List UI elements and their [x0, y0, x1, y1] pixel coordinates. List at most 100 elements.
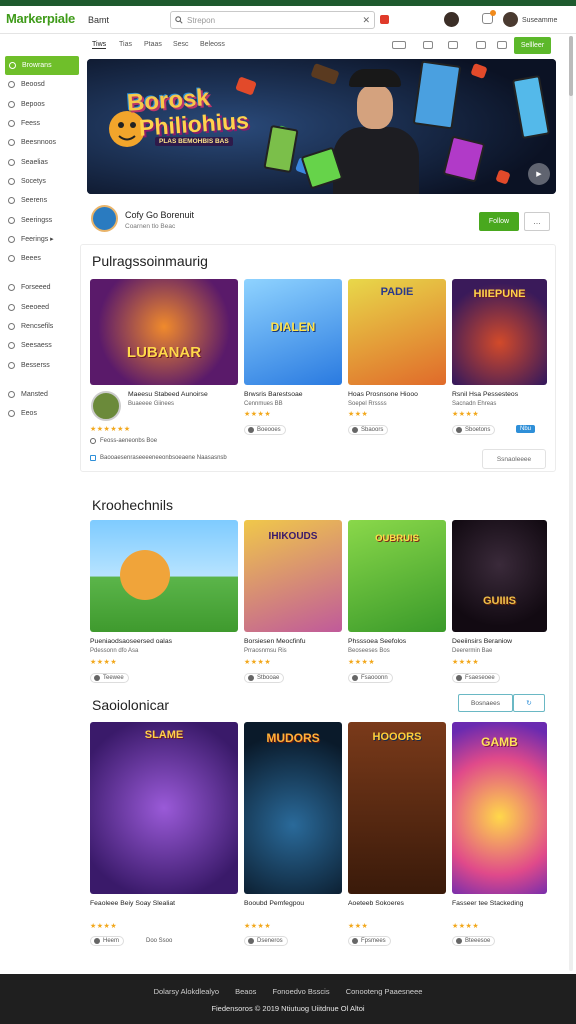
sidebar-item-label: Forseeed: [21, 284, 51, 292]
sidebar-item[interactable]: Beoosd: [0, 75, 82, 94]
seller-chip[interactable]: Sbaoors: [348, 425, 389, 435]
sidebar-item[interactable]: Rencsefils: [0, 317, 82, 336]
cloud-icon[interactable]: [423, 41, 433, 49]
search-input[interactable]: Strepon: [187, 16, 362, 25]
product-title[interactable]: Fasseer tee Stackeding: [452, 900, 523, 907]
product-title[interactable]: Maeesu Stabeed Aunoirse: [128, 391, 208, 398]
product-thumbnail[interactable]: MUDORS: [244, 722, 342, 894]
product-thumbnail[interactable]: DIALEN: [244, 279, 342, 385]
clear-search-icon[interactable]: ✕: [362, 15, 370, 26]
product-thumbnail[interactable]: LUBANAR: [90, 279, 238, 385]
sidebar-item[interactable]: Socetys: [0, 172, 82, 191]
subnav-item[interactable]: Tias: [119, 41, 132, 48]
site-logo[interactable]: Markerpiale: [6, 11, 75, 26]
bookmark-icon[interactable]: [497, 41, 507, 49]
scrollbar[interactable]: [569, 36, 573, 971]
sidebar-item[interactable]: Besserss: [0, 355, 82, 374]
footer-link[interactable]: Conooteng Paaesneee: [346, 987, 423, 996]
seller-chip[interactable]: Fsaooonn: [348, 673, 393, 683]
chart-icon[interactable]: [476, 41, 486, 49]
product-thumbnail[interactable]: PADIE: [348, 279, 446, 385]
footer-link[interactable]: Dolarsy Alokdlealyo: [154, 987, 219, 996]
store-label[interactable]: Bamt: [88, 15, 109, 25]
subnav-item[interactable]: Beleoss: [200, 41, 225, 48]
product-thumbnail[interactable]: [90, 520, 238, 632]
image-icon[interactable]: [448, 41, 458, 49]
footer-link[interactable]: Fonoedvo Bsscis: [272, 987, 329, 996]
creator-avatar[interactable]: [91, 391, 121, 421]
seller-chip[interactable]: Boeooes: [244, 425, 286, 435]
product-title[interactable]: Deeiinsirs Beraniow: [452, 638, 512, 645]
product-thumbnail[interactable]: GUIIIS: [452, 520, 547, 632]
notification-bell-icon[interactable]: [482, 10, 496, 24]
sidebar-item[interactable]: Beesnnoos: [0, 133, 82, 152]
subnav-item[interactable]: Tiws: [92, 41, 107, 49]
sidebar-item[interactable]: Feess: [0, 114, 82, 133]
search-bar[interactable]: Strepon ✕: [170, 11, 375, 29]
sort-toggle-button[interactable]: Bosnaees: [458, 694, 513, 712]
footer: Dolarsy Alokdlealyo Beaos Fonoedvo Bssci…: [0, 974, 576, 1024]
product-thumbnail[interactable]: GAMB: [452, 722, 547, 894]
hero-banner[interactable]: Borosk Philiohius PLAS BEMOHBIS BAS ▶: [87, 59, 556, 194]
info-badge[interactable]: Nbu: [516, 425, 536, 433]
user-name[interactable]: Suseamme: [522, 17, 557, 24]
user-avatar[interactable]: [503, 12, 518, 27]
seller-chip[interactable]: Fsaeseoee: [452, 673, 500, 683]
sidebar-item-browse[interactable]: Browrans: [5, 56, 79, 76]
product-title[interactable]: Brwsris Barestsoae: [244, 391, 303, 398]
seller-chip[interactable]: Bteeesoe: [452, 936, 496, 946]
refresh-icon[interactable]: ↻: [513, 694, 545, 712]
category-icon: [8, 323, 15, 330]
sidebar-item[interactable]: Mansted: [0, 385, 82, 404]
product-thumbnail[interactable]: SLAME: [90, 722, 238, 894]
subnav-item[interactable]: Ptaas: [144, 41, 162, 48]
product-thumbnail[interactable]: HIIEPUNE: [452, 279, 547, 385]
product-title[interactable]: Rsnil Hsa Pessesteos: [452, 391, 518, 398]
view-all-button[interactable]: Ssnaoleeee: [482, 449, 546, 469]
product-thumbnail[interactable]: IHIKOUDS: [244, 520, 342, 632]
avatar-dot: [352, 427, 358, 433]
sidebar-item[interactable]: Feerings ▸: [0, 230, 82, 249]
seller-chip[interactable]: Sboetons: [452, 425, 496, 435]
sidebar-item[interactable]: Beees: [0, 249, 82, 268]
product-title[interactable]: Feaoleee Beiy Soay Slealiat: [90, 900, 175, 907]
seller-name[interactable]: Cofy Go Borenuit: [125, 210, 194, 220]
seller-chip[interactable]: Dseneros: [244, 936, 288, 946]
sidebar-item[interactable]: Seesaess: [0, 336, 82, 355]
sidebar-item[interactable]: Bepoos: [0, 95, 82, 114]
seller-chip[interactable]: Teewee: [90, 673, 129, 683]
product-title[interactable]: Borsiesen Meocfinfu: [244, 638, 306, 645]
subnav-item[interactable]: Sesc: [173, 41, 189, 48]
footer-copyright: Fiedensoros © 2019 Ntiutuog Uiitdnue Ol …: [211, 1004, 365, 1013]
product-title[interactable]: Phsssoea Seefolos: [348, 638, 406, 645]
footer-link[interactable]: Beaos: [235, 987, 256, 996]
more-options-button[interactable]: …: [524, 212, 550, 231]
checkbox-icon[interactable]: [90, 455, 96, 461]
product-subtitle: Buaeeee Giinees: [128, 401, 175, 407]
follow-button[interactable]: Follow: [479, 212, 519, 231]
product-thumbnail[interactable]: OUBRUIS: [348, 520, 446, 632]
play-button[interactable]: ▶: [528, 163, 550, 185]
avatar[interactable]: [444, 12, 459, 27]
sidebar-item[interactable]: Seaelias: [0, 152, 82, 171]
product-title[interactable]: Aoeteeb Sokoeres: [348, 900, 404, 907]
sidebar-item[interactable]: Forseeed: [0, 278, 82, 297]
seller-chip[interactable]: Heem: [90, 936, 125, 946]
seller-avatar[interactable]: [91, 205, 118, 232]
seller-chip[interactable]: Fpsmees: [348, 936, 391, 946]
sidebar-item[interactable]: Eeos: [0, 404, 82, 423]
sidebar-item[interactable]: Seeoeed: [0, 298, 82, 317]
sidebar-item[interactable]: Seerens: [0, 191, 82, 210]
product-title[interactable]: Booubd Pemfegpou: [244, 900, 304, 907]
product-title[interactable]: Hoas Prosnsone Hiooo: [348, 391, 418, 398]
flag-icon[interactable]: [380, 15, 389, 24]
chip-label: Dseneros: [257, 938, 283, 944]
info-row: Feoss-aeneonbs Boe: [90, 438, 157, 444]
seller-chip[interactable]: Stbooae: [244, 673, 285, 683]
sell-button[interactable]: Sellleer: [514, 37, 551, 54]
grid-view-icon[interactable]: [392, 41, 406, 49]
sidebar-item[interactable]: Seeringss: [0, 210, 82, 229]
product-thumbnail[interactable]: HOOORS: [348, 722, 446, 894]
product-title[interactable]: Pueniaodsaoseersed oalas: [90, 638, 172, 645]
seller-chip[interactable]: Doo Ssoo: [142, 936, 178, 946]
